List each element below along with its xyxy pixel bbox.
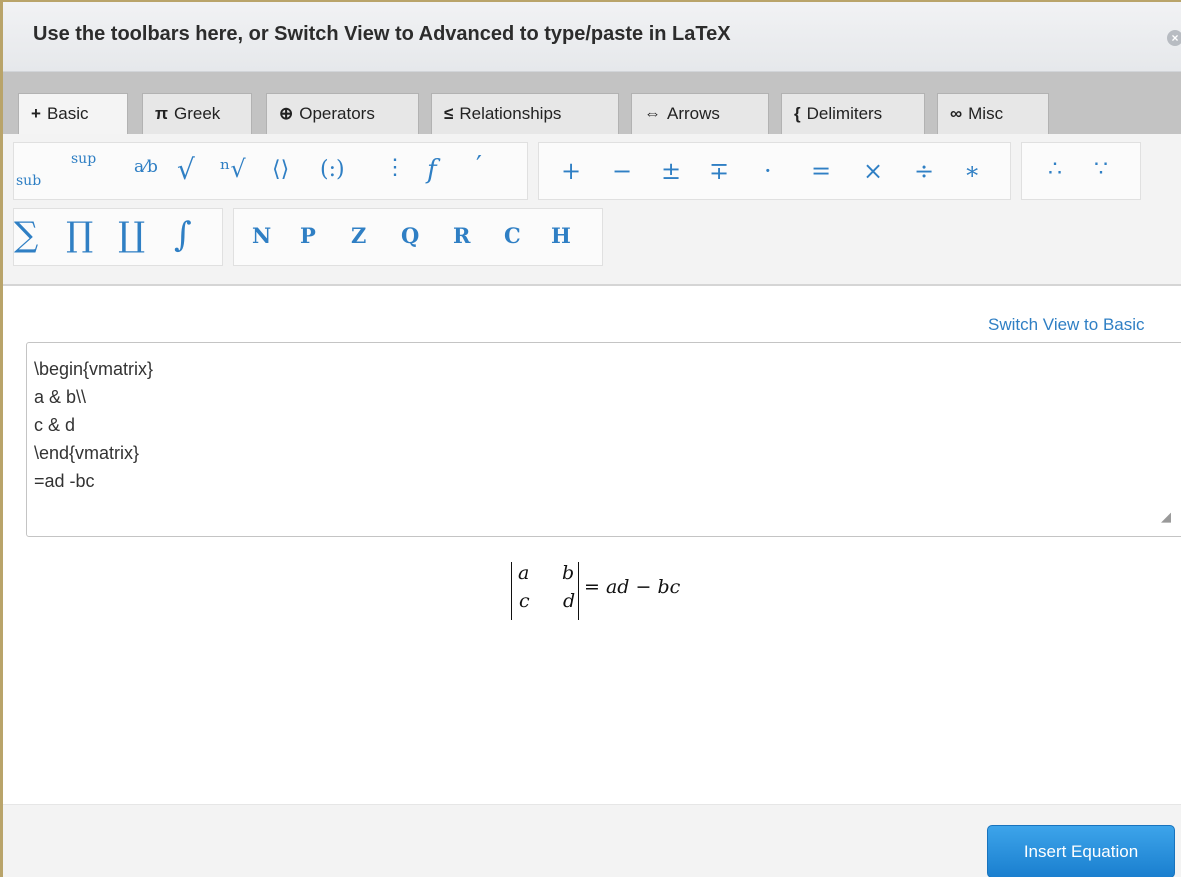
plus-button[interactable]: + <box>561 157 581 185</box>
equation-dialog: Use the toolbars here, or Switch View to… <box>0 0 1181 877</box>
resize-grip-icon[interactable]: ◢ <box>1161 509 1171 525</box>
quaternions-button[interactable]: H <box>551 223 571 248</box>
latex-line: a & b\\ <box>34 387 87 407</box>
tab-basic[interactable]: + Basic <box>18 93 128 135</box>
determinant-bar-right <box>578 562 579 620</box>
insert-equation-button[interactable]: Insert Equation <box>987 825 1175 877</box>
plus-icon: + <box>31 104 41 123</box>
rationals-button[interactable]: Q <box>401 223 419 248</box>
sum-button[interactable]: ∑ <box>14 215 38 255</box>
pi-icon: π <box>155 104 169 123</box>
tab-arrows[interactable]: ⇔ Arrows <box>631 93 769 134</box>
determinant-bar-left <box>511 562 512 620</box>
divide-button[interactable]: ÷ <box>914 157 934 185</box>
number-sets-group: N P Z Q R C H <box>233 208 603 266</box>
equals-button[interactable]: = <box>811 157 831 185</box>
latex-line: c & d <box>34 415 76 435</box>
equation-rhs: = ad − bc <box>584 576 681 598</box>
close-icon[interactable]: × <box>1167 30 1181 46</box>
complex-button[interactable]: C <box>504 223 521 248</box>
coproduct-button[interactable]: ∐ <box>118 215 145 255</box>
double-arrow-icon: ⇔ <box>644 104 661 123</box>
switch-view-link[interactable]: Switch View to Basic <box>988 315 1145 335</box>
equation-preview: a b c d = ad − bc <box>506 560 726 628</box>
tab-label: Relationships <box>459 104 562 123</box>
brace-icon: { <box>794 104 801 123</box>
infinity-icon: ∞ <box>950 104 963 123</box>
tab-label: Operators <box>299 104 375 123</box>
tab-label: Delimiters <box>806 104 883 123</box>
matrix-entry-b: b <box>562 562 575 584</box>
sqrt-button[interactable]: √ <box>177 153 195 186</box>
dialog-title: Use the toolbars here, or Switch View to… <box>33 23 731 45</box>
tab-greek[interactable]: π Greek <box>142 93 252 134</box>
asterisk-button[interactable]: ∗ <box>964 157 980 185</box>
big-operators-group: ∑ ∏ ∐ ∫ <box>13 208 223 266</box>
naturals-button[interactable]: N <box>252 223 271 248</box>
logic-group: ∴ ∵ <box>1021 142 1141 200</box>
circled-plus-icon: ⊕ <box>279 104 294 123</box>
therefore-button[interactable]: ∴ <box>1048 157 1062 182</box>
latex-input[interactable]: \begin{vmatrix} a & b\\ c & d \end{vmatr… <box>26 342 1181 537</box>
symbol-toolbar: sub sup a⁄b √ ⁿ√ ⟨⟩ (:) ⋮ f ′ + − ± ∓ · … <box>3 134 1181 286</box>
dot-button[interactable]: · <box>764 157 772 185</box>
tab-misc[interactable]: ∞ Misc <box>937 93 1049 134</box>
tab-label: Misc <box>968 104 1004 123</box>
product-button[interactable]: ∏ <box>66 215 93 255</box>
because-button[interactable]: ∵ <box>1094 157 1108 182</box>
minus-plus-button[interactable]: ∓ <box>709 157 729 185</box>
tab-operators[interactable]: ⊕ Operators <box>266 93 419 134</box>
matrix-entry-a: a <box>518 562 530 584</box>
dialog-footer: Insert Equation <box>3 804 1181 877</box>
plus-minus-button[interactable]: ± <box>661 157 681 185</box>
matrix-entry-c: c <box>519 590 530 612</box>
binomial-button[interactable]: (:) <box>320 157 345 182</box>
tab-relationships[interactable]: ≤ Relationships <box>431 93 619 134</box>
integers-button[interactable]: Z <box>351 223 366 248</box>
function-button[interactable]: f <box>427 155 437 185</box>
tab-delimiters[interactable]: { Delimiters <box>781 93 925 134</box>
latex-line: \end{vmatrix} <box>34 443 140 463</box>
dialog-titlebar: Use the toolbars here, or Switch View to… <box>3 2 1181 72</box>
reals-button[interactable]: R <box>453 223 470 248</box>
tab-strip: + Basic π Greek ⊕ Operators ≤ Relationships … <box>3 72 1181 135</box>
nth-root-button[interactable]: ⁿ√ <box>220 155 246 183</box>
latex-line: =ad -bc <box>34 471 95 491</box>
operators-group: + − ± ∓ · = × ÷ ∗ <box>538 142 1011 200</box>
tab-label: Basic <box>46 104 89 123</box>
subscript-button[interactable]: sub <box>16 173 41 189</box>
fraction-button[interactable]: a⁄b <box>134 157 158 177</box>
tab-label: Greek <box>174 104 221 123</box>
angle-brackets-button[interactable]: ⟨⟩ <box>272 157 289 182</box>
structure-group: sub sup a⁄b √ ⁿ√ ⟨⟩ (:) ⋮ f ′ <box>13 142 528 200</box>
latex-line: \begin{vmatrix} <box>34 359 154 379</box>
tab-label: Arrows <box>667 104 720 123</box>
minus-button[interactable]: − <box>612 157 632 185</box>
integral-button[interactable]: ∫ <box>174 215 192 255</box>
primes-button[interactable]: P <box>300 223 316 248</box>
prime-button[interactable]: ′ <box>476 151 482 181</box>
superscript-button[interactable]: sup <box>71 151 96 167</box>
vertical-line-button[interactable]: ⋮ <box>384 155 406 180</box>
matrix-entry-d: d <box>563 590 576 612</box>
less-equal-icon: ≤ <box>444 104 454 123</box>
times-button[interactable]: × <box>863 157 883 185</box>
